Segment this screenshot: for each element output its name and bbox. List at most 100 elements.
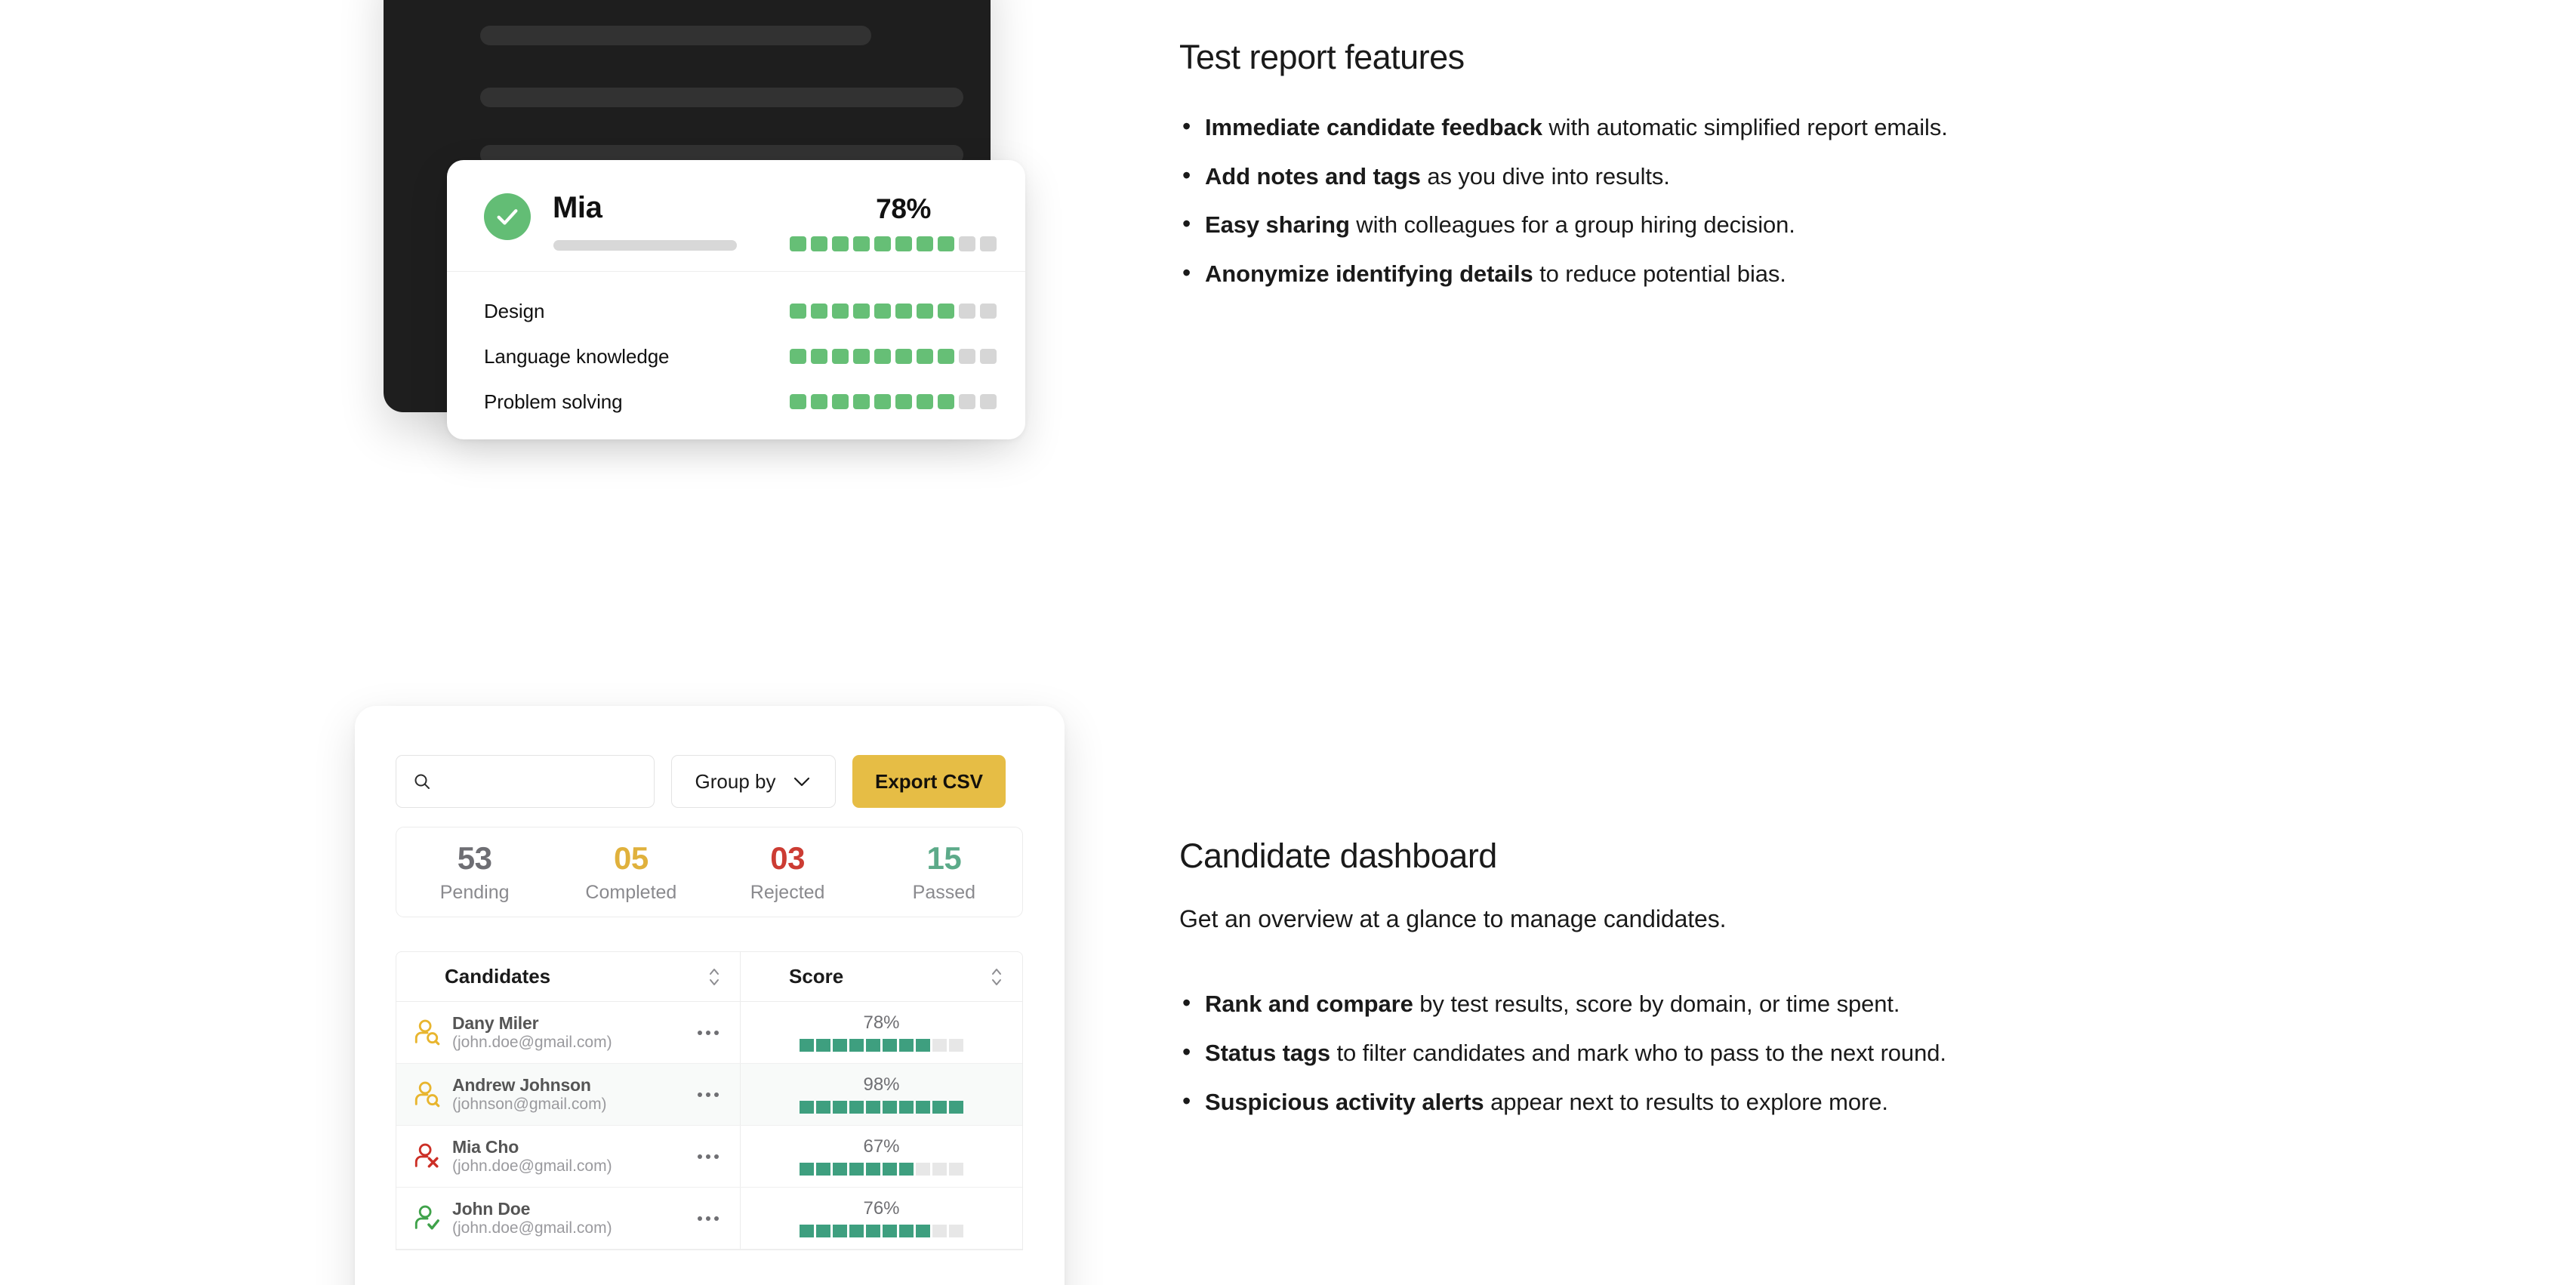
score-meter (800, 1100, 963, 1114)
score-percent: 76% (863, 1197, 900, 1219)
bullet-emphasis: Immediate candidate feedback (1205, 113, 1542, 140)
score-segment (895, 236, 912, 251)
bullet-emphasis: Add notes and tags (1205, 162, 1421, 190)
bullet-emphasis: Suspicious activity alerts (1205, 1088, 1484, 1115)
candidate-dashboard-block: Candidate dashboard Get an overview at a… (1179, 837, 2266, 1117)
score-segment (916, 1038, 930, 1052)
stat-label: Rejected (750, 881, 825, 903)
table-row[interactable]: Dany Miler (john.doe@gmail.com) 78% (396, 1002, 1022, 1064)
score-percent: 78% (863, 1012, 900, 1033)
score-segment (949, 1100, 963, 1114)
score-segment (980, 394, 997, 409)
export-csv-button[interactable]: Export CSV (852, 755, 1006, 808)
stat-label: Pending (439, 881, 510, 903)
test-report-features-block: Test report features Immediate candidate… (1179, 38, 2251, 290)
bullet-item: Status tags to filter candidates and mar… (1179, 1036, 2266, 1069)
candidate-dashboard-subtitle: Get an overview at a glance to manage ca… (1179, 904, 1727, 932)
skill-label: Language knowledge (484, 344, 670, 368)
score-segment (917, 349, 933, 364)
skill-score-meter (790, 394, 997, 409)
score-segment (949, 1038, 963, 1052)
stat-item: 15 Passed (866, 840, 1022, 903)
score-segment (949, 1224, 963, 1237)
candidate-dashboard-bullet-list: Rank and compare by test results, score … (1179, 987, 2266, 1118)
user-check-icon (413, 1204, 442, 1233)
stat-value: 53 (457, 840, 492, 876)
sort-chevrons-icon[interactable] (991, 966, 1003, 988)
table-row[interactable]: Andrew Johnson (johnson@gmail.com) 98% (396, 1064, 1022, 1126)
score-segment (849, 1038, 864, 1052)
score-segment (816, 1100, 830, 1114)
candidate-email: (john.doe@gmail.com) (452, 1033, 612, 1051)
overall-score-value: 78% (876, 193, 931, 224)
table-column-header-candidates[interactable]: Candidates (396, 952, 741, 1001)
candidate-name: Mia (553, 191, 602, 224)
score-segment (874, 304, 891, 319)
score-cell: 98% (741, 1064, 1022, 1125)
candidate-email: (johnson@gmail.com) (452, 1095, 607, 1113)
candidate-name: Andrew Johnson (452, 1074, 591, 1095)
score-segment (883, 1100, 897, 1114)
score-segment (811, 304, 827, 319)
group-by-dropdown[interactable]: Group by (671, 755, 836, 808)
candidate-name: John Doe (452, 1198, 531, 1219)
column-label: Score (789, 965, 844, 988)
score-segment (816, 1038, 830, 1052)
score-segment (849, 1162, 864, 1176)
table-column-header-score[interactable]: Score (741, 952, 1022, 1001)
score-segment (917, 236, 933, 251)
score-segment (833, 1100, 847, 1114)
skill-row: Language knowledge (447, 334, 1025, 379)
user-x-icon (413, 1142, 442, 1171)
row-more-options-icon[interactable] (698, 1216, 719, 1221)
skill-label: Design (484, 299, 545, 322)
skill-rows: Design Language knowledge Problem solving (447, 272, 1025, 424)
page-root: Mia 78% Design Language knowledge Problem … (0, 0, 2576, 1285)
search-input[interactable] (440, 771, 629, 792)
score-segment (932, 1100, 947, 1114)
skill-score-meter (790, 349, 997, 364)
candidate-name: Mia Cho (452, 1136, 519, 1157)
placeholder-line (480, 26, 871, 45)
score-segment (959, 394, 975, 409)
search-box[interactable] (396, 755, 655, 808)
table-row[interactable]: John Doe (john.doe@gmail.com) 76% (396, 1188, 1022, 1250)
score-segment (980, 304, 997, 319)
score-segment (800, 1038, 814, 1052)
score-segment (790, 304, 806, 319)
score-segment (853, 349, 870, 364)
score-meter (800, 1162, 963, 1176)
score-segment (832, 304, 849, 319)
score-segment (811, 394, 827, 409)
bullet-item: Easy sharing with colleagues for a group… (1179, 208, 2251, 241)
score-segment (849, 1100, 864, 1114)
score-segment (853, 304, 870, 319)
bullet-item: Suspicious activity alerts appear next t… (1179, 1085, 2266, 1118)
score-segment (790, 236, 806, 251)
test-report-card: Mia 78% Design Language knowledge Problem … (447, 160, 1025, 439)
row-more-options-icon[interactable] (698, 1030, 719, 1035)
row-more-options-icon[interactable] (698, 1154, 719, 1159)
score-cell: 78% (741, 1002, 1022, 1063)
score-segment (938, 349, 954, 364)
score-segment (932, 1038, 947, 1052)
score-segment (916, 1224, 930, 1237)
candidate-cell: Andrew Johnson (johnson@gmail.com) (396, 1064, 741, 1125)
score-segment (800, 1224, 814, 1237)
stat-value: 15 (926, 840, 962, 876)
candidate-text: Dany Miler (john.doe@gmail.com) (452, 1013, 612, 1052)
sort-chevrons-icon[interactable] (708, 966, 720, 988)
table-row[interactable]: Mia Cho (john.doe@gmail.com) 67% (396, 1126, 1022, 1188)
candidate-text: John Doe (john.doe@gmail.com) (452, 1199, 612, 1238)
candidate-name: Dany Miler (452, 1012, 539, 1033)
skill-label: Problem solving (484, 390, 623, 413)
score-segment (959, 304, 975, 319)
stat-value: 05 (614, 840, 649, 876)
row-more-options-icon[interactable] (698, 1092, 719, 1097)
score-meter (800, 1224, 963, 1237)
stat-label: Passed (912, 881, 976, 903)
column-label: Candidates (445, 965, 551, 988)
score-segment (832, 349, 849, 364)
test-report-heading: Test report features (1179, 38, 1465, 76)
chevron-down-icon (792, 775, 812, 787)
